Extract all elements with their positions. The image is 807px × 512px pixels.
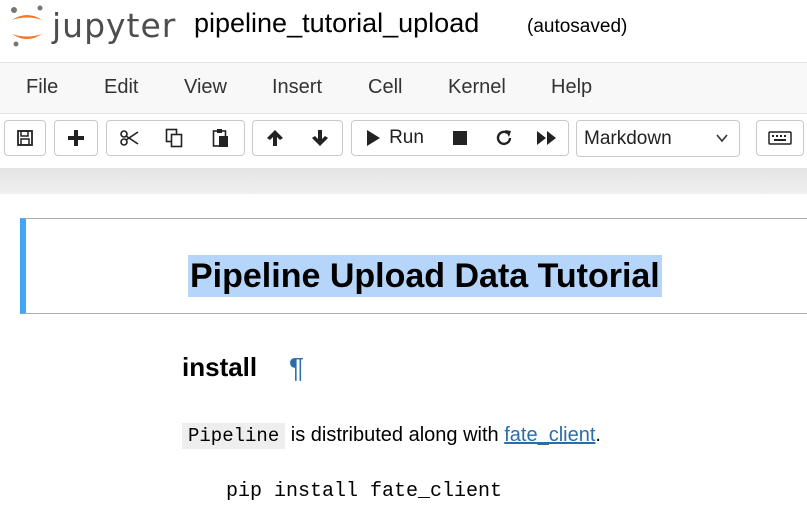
menu-cell[interactable]: Cell [368,76,402,99]
fate-client-link[interactable]: fate_client [504,424,595,446]
menu-view[interactable]: View [184,76,227,99]
paragraph: Pipeline is distributed along with fate_… [182,423,601,449]
cut-icon [120,130,139,146]
notebook-container: Pipeline Upload Data Tutorial install ¶ … [0,194,807,512]
run-all-button[interactable] [525,120,569,156]
move-up-button[interactable] [252,120,298,156]
command-palette-button[interactable] [756,120,804,156]
restart-button[interactable] [482,120,526,156]
play-icon [367,130,381,146]
chevron-down-icon [716,134,728,143]
toolbar-separator [0,168,807,194]
interrupt-button[interactable] [437,120,483,156]
heading-install: install [182,352,258,382]
menu-help[interactable]: Help [551,76,592,99]
autosave-status: (autosaved) [527,16,628,37]
code-block: pip install fate_client [226,480,503,503]
insert-cell-button[interactable] [54,120,98,156]
copy-button[interactable] [151,120,198,156]
save-button[interactable] [4,120,46,156]
save-icon [17,130,33,146]
cell-type-select[interactable]: Markdown [576,120,740,157]
run-button[interactable]: Run [351,120,438,156]
cell-type-value: Markdown [584,127,672,149]
copy-icon [165,128,183,148]
arrow-up-icon [267,130,283,146]
paste-button[interactable] [197,120,245,156]
plus-icon [68,130,84,146]
keyboard-icon [768,131,792,145]
markdown-cell-selected[interactable]: Pipeline Upload Data Tutorial [20,218,807,314]
stop-icon [452,131,467,145]
menu-edit[interactable]: Edit [104,76,138,99]
notebook-header: jupyter pipeline_tutorial_upload (autosa… [0,0,807,58]
menu-file[interactable]: File [26,76,58,99]
anchor-link[interactable]: ¶ [289,352,304,384]
inline-code: Pipeline [182,423,286,449]
heading-title: Pipeline Upload Data Tutorial [188,255,662,297]
cut-button[interactable] [106,120,152,156]
restart-icon [496,130,511,146]
paragraph-text: is distributed along with [285,424,505,446]
menu-kernel[interactable]: Kernel [448,76,506,99]
jupyter-logo[interactable]: jupyter [8,4,178,48]
run-label: Run [389,127,424,148]
paragraph-end: . [595,424,601,446]
notebook-title[interactable]: pipeline_tutorial_upload [194,8,479,39]
arrow-down-icon [311,130,328,146]
fast-forward-icon [536,131,556,145]
logo-wordmark: jupyter [52,6,177,45]
paste-icon [212,129,228,147]
menu-insert[interactable]: Insert [272,76,322,99]
menubar: File Edit View Insert Cell Kernel Help [0,62,807,114]
jupyter-logo-icon [11,5,43,47]
move-down-button[interactable] [297,120,343,156]
